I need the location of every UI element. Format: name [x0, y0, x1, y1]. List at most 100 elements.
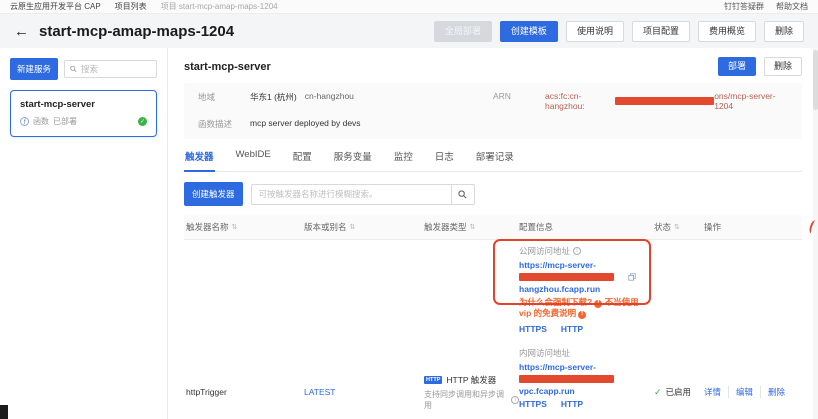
private-url-label: 内网访问地址 [519, 348, 571, 358]
redaction-bar [519, 375, 614, 383]
sort-icon[interactable]: ⇅ [674, 223, 680, 231]
search-icon [70, 65, 77, 73]
delete-service-button[interactable]: 删除 [763, 57, 802, 76]
public-url-line2[interactable]: hangzhou.fcapp.run [519, 284, 654, 294]
public-url-line1[interactable]: https://mcp-server- [519, 260, 654, 270]
arn-value: acs:fc:cn-hangzhou: ons/mcp-server-1204 [545, 91, 788, 111]
header-trigger-name: 触发器名称 [186, 222, 229, 232]
header-config-info: 配置信息 [519, 222, 554, 232]
sort-icon[interactable]: ⇅ [232, 223, 238, 231]
sort-icon[interactable]: ⇅ [470, 223, 476, 231]
screen-corner-artifact [0, 405, 8, 419]
arn-label: ARN [493, 91, 511, 101]
public-url-label: 公网访问地址 [519, 246, 571, 256]
tab-monitor[interactable]: 监控 [393, 149, 414, 171]
trigger-type-desc: 支持同步调用和异步调用 [424, 389, 504, 410]
redaction-bar [614, 97, 715, 105]
arn-prefix: acs:fc:cn-hangzhou: [545, 91, 585, 111]
description-label: 函数描述 [198, 119, 233, 129]
tab-triggers[interactable]: 触发器 [184, 149, 215, 172]
warning-info-icon[interactable]: ! [578, 310, 587, 319]
config-info-cell: 公网访问地址 i https://mcp-server- hangzhou.fca… [493, 239, 654, 419]
header-trigger-type: 触发器类型 [424, 222, 467, 232]
copy-icon[interactable] [628, 273, 636, 281]
private-url-line1[interactable]: https://mcp-server- [519, 362, 654, 372]
region-code: cn-hangzhou [304, 91, 354, 101]
detail-tabs: 触发器 WebIDE 配置 服务变量 监控 日志 部署记录 [184, 149, 802, 172]
private-http-link[interactable]: HTTP [561, 399, 583, 409]
header-version: 版本或别名 [304, 222, 347, 232]
private-url-line2[interactable]: vpc.fcapp.run [519, 386, 654, 396]
trigger-delete-link[interactable]: 删除 [761, 386, 792, 398]
service-card-status: 已部署 [53, 117, 77, 126]
service-info-block: 地域 华东1 (杭州) cn-hangzhou ARN acs:fc:cn-ha… [184, 83, 802, 139]
breadcrumb: 云原生应用开发平台 CAP 项目列表 项目 start-mcp-amap-map… [10, 1, 278, 12]
tab-logs[interactable]: 日志 [434, 149, 455, 171]
back-arrow-icon[interactable]: ← [14, 24, 29, 39]
deploy-all-button: 全局部署 [433, 20, 492, 42]
service-search[interactable] [64, 60, 157, 78]
create-trigger-button[interactable]: 创建触发器 [184, 182, 243, 206]
status-badge: 已启用 [665, 387, 692, 397]
topbar-links: 钉钉答疑群 帮助文档 [724, 1, 808, 12]
breadcrumb-platform[interactable]: 云原生应用开发平台 CAP [10, 1, 101, 12]
deployed-check-icon: ✓ [138, 117, 147, 126]
description-value: mcp server deployed by devs [250, 118, 361, 128]
page-header: ← start-mcp-amap-maps-1204 全局部署 创建模板 使用说… [0, 14, 818, 48]
trigger-type-name: HTTP 触发器 [446, 374, 497, 385]
breadcrumb-bar: 云原生应用开发平台 CAP 项目列表 项目 start-mcp-amap-map… [0, 0, 818, 14]
trigger-version-link[interactable]: LATEST [304, 387, 336, 397]
region-value: 华东1 (杭州) [250, 92, 297, 102]
app-window: 云原生应用开发平台 CAP 项目列表 项目 start-mcp-amap-map… [0, 0, 818, 419]
public-http-link[interactable]: HTTP [561, 324, 583, 334]
service-search-input[interactable] [80, 64, 151, 74]
usage-guide-button[interactable]: 使用说明 [565, 20, 624, 42]
info-icon[interactable]: i [511, 395, 519, 404]
header-status: 状态 [654, 222, 672, 232]
forced-download-warning-link[interactable]: 为什么会强制下载? [519, 297, 592, 307]
help-docs-link[interactable]: 帮助文档 [776, 1, 808, 12]
dingtalk-group-link[interactable]: 钉钉答疑群 [724, 1, 764, 12]
service-card-type: 函数 [33, 117, 49, 126]
trigger-table: 触发器名称 ⇅ 版本或别名 ⇅ 触发器类型 ⇅ 配置信息 状态 ⇅ 操作 httpTri… [184, 215, 802, 419]
trigger-detail-link[interactable]: 详情 [704, 386, 730, 398]
tab-webide[interactable]: WebIDE [235, 149, 272, 171]
table-row: httpTrigger LATEST HTTP HTTP 触发器 支持同步调用和… [184, 239, 802, 419]
public-https-link[interactable]: HTTPS [519, 324, 547, 334]
tab-service-vars[interactable]: 服务变量 [333, 149, 373, 171]
breadcrumb-current-project: 项目 start-mcp-amap-maps-1204 [160, 2, 278, 11]
trigger-table-header: 触发器名称 ⇅ 版本或别名 ⇅ 触发器类型 ⇅ 配置信息 状态 ⇅ 操作 [184, 215, 802, 240]
tab-config[interactable]: 配置 [292, 149, 313, 171]
create-template-button[interactable]: 创建模板 [499, 20, 558, 42]
header-actions: 操作 [704, 222, 722, 232]
trigger-search-button[interactable] [450, 183, 475, 205]
service-card[interactable]: start-mcp-server ƒ 函数 已部署 ✓ [10, 90, 157, 137]
service-title: start-mcp-server [184, 60, 271, 73]
sort-icon[interactable]: ⇅ [350, 223, 356, 231]
service-detail-panel: start-mcp-server 部署 删除 地域 华东1 (杭州) cn-ha… [168, 48, 818, 419]
project-config-button[interactable]: 项目配置 [631, 20, 690, 42]
cost-overview-button[interactable]: 费用概览 [697, 20, 756, 42]
tab-deploy-history[interactable]: 部署记录 [475, 149, 515, 171]
trigger-edit-link[interactable]: 编辑 [729, 386, 762, 398]
new-service-button[interactable]: 新建服务 [10, 58, 59, 80]
search-icon [458, 189, 467, 198]
scrollbar-thumb[interactable] [813, 50, 818, 110]
function-icon: ƒ [20, 117, 29, 126]
redaction-bar [519, 273, 614, 281]
service-card-name: start-mcp-server [20, 99, 95, 110]
service-sidebar: 新建服务 start-mcp-server ƒ 函数 已部署 ✓ [0, 48, 168, 419]
info-icon[interactable]: i [573, 247, 582, 255]
warning-info-icon[interactable]: ! [594, 299, 603, 308]
page-title: start-mcp-amap-maps-1204 [39, 22, 235, 40]
trigger-search-input[interactable] [250, 183, 451, 205]
arn-suffix: ons/mcp-server-1204 [714, 91, 776, 111]
enabled-check-icon: ✓ [654, 386, 662, 397]
http-badge: HTTP [424, 375, 443, 384]
region-label: 地域 [198, 92, 216, 102]
breadcrumb-project-list[interactable]: 项目列表 [115, 1, 147, 12]
private-https-link[interactable]: HTTPS [519, 399, 547, 409]
delete-project-button[interactable]: 删除 [763, 20, 804, 42]
trigger-name: httpTrigger [186, 387, 227, 397]
deploy-service-button[interactable]: 部署 [717, 57, 756, 76]
